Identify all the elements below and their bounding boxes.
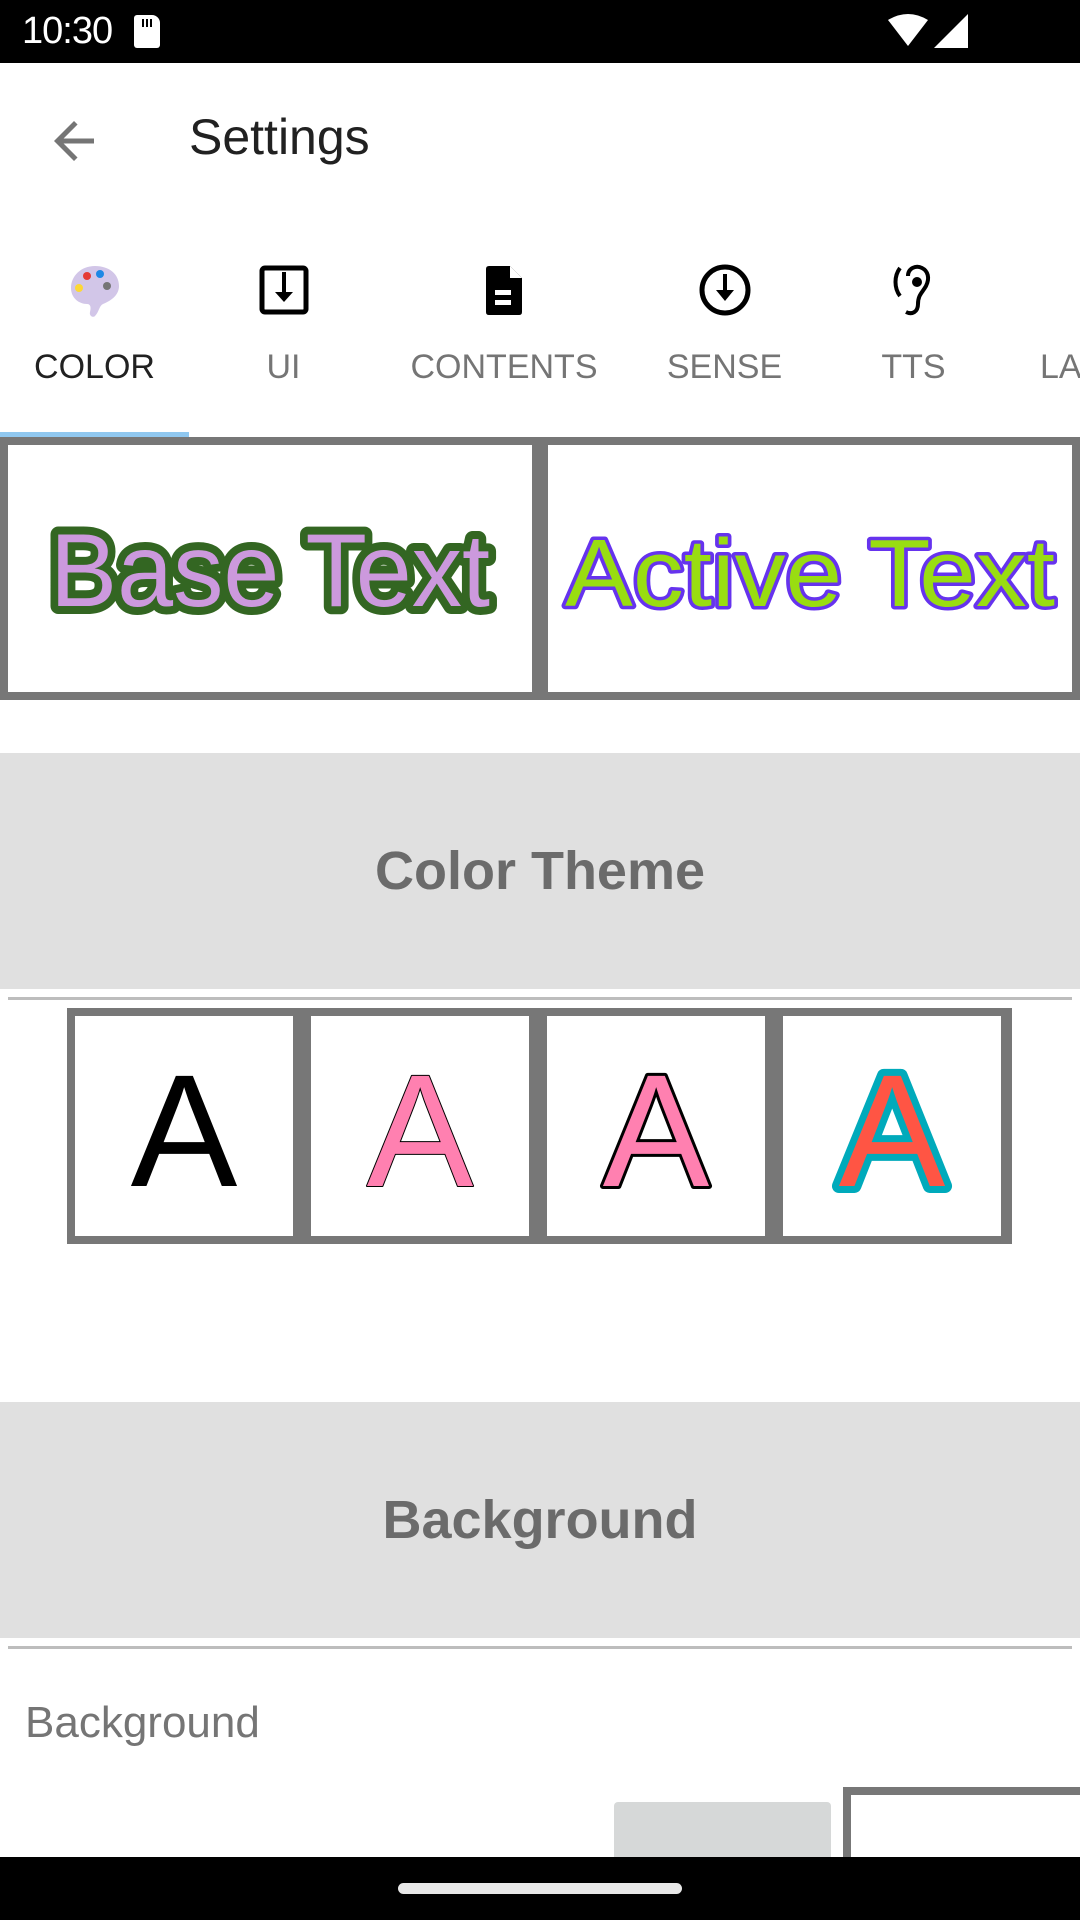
svg-text:A: A [131,1051,238,1201]
arrow-back-icon[interactable] [44,111,104,171]
status-time: 10:30 [22,10,113,52]
color-theme-header: Color Theme [0,753,1080,989]
tab-ui[interactable]: UI [189,240,378,438]
signal-icon [934,14,968,48]
tab-bar: COLOR UI CONTENTS SENSE TTS LA [0,240,1080,438]
tab-color[interactable]: COLOR [0,240,189,438]
base-text-sample: Base Text [42,505,498,637]
navigation-bar [0,1857,1080,1920]
status-bar: 10:30 [0,0,1080,63]
divider [8,1646,1072,1649]
base-text-preview[interactable]: Base Text [8,445,532,692]
sd-card-icon [134,15,160,48]
theme-option[interactable]: A [547,1016,765,1236]
tab-tts[interactable]: TTS [819,240,1008,438]
app-bar: Settings [0,63,1080,213]
tab-label: CONTENTS [410,348,598,386]
download-circle-icon [699,264,750,316]
palette-icon [70,266,119,317]
document-icon [486,266,522,315]
page-title: Settings [189,109,370,165]
svg-text:A: A [839,1051,946,1201]
wifi-icon [888,14,928,46]
home-handle[interactable] [398,1883,682,1894]
active-text-preview[interactable]: Active Text [548,445,1072,692]
hearing-icon [893,264,930,316]
background-swatch-grey[interactable] [614,1802,831,1857]
svg-text:A: A [603,1051,710,1201]
download-box-icon [259,265,308,315]
text-preview: Base Text Active Text [0,437,1080,700]
tab-label: UI [266,348,301,386]
tab-label: SENSE [666,348,783,386]
tab-label: TTS [881,348,946,386]
divider [8,997,1072,1000]
theme-option[interactable]: A [75,1016,293,1236]
theme-glyph: A [131,1051,238,1201]
color-theme-options: A A A A [67,1008,1012,1244]
svg-text:A: A [367,1051,474,1201]
background-header: Background [0,1402,1080,1638]
background-swatch-white[interactable] [843,1787,1080,1857]
svg-text:Active Text: Active Text [565,520,1055,627]
tab-sense[interactable]: SENSE [630,240,819,438]
background-setting-label: Background [25,1698,260,1747]
tab-language[interactable]: LA [1008,240,1080,438]
tab-label: LA [1040,348,1080,386]
svg-text:Base Text: Base Text [50,513,490,629]
tab-label: COLOR [34,348,155,386]
theme-option[interactable]: A [311,1016,529,1236]
tab-contents[interactable]: CONTENTS [378,240,630,438]
theme-option[interactable]: A [783,1016,1001,1236]
theme-glyph: A [832,1051,953,1201]
active-text-sample: Active Text [562,516,1059,630]
theme-glyph: A [600,1051,713,1201]
theme-glyph: A [366,1051,475,1201]
